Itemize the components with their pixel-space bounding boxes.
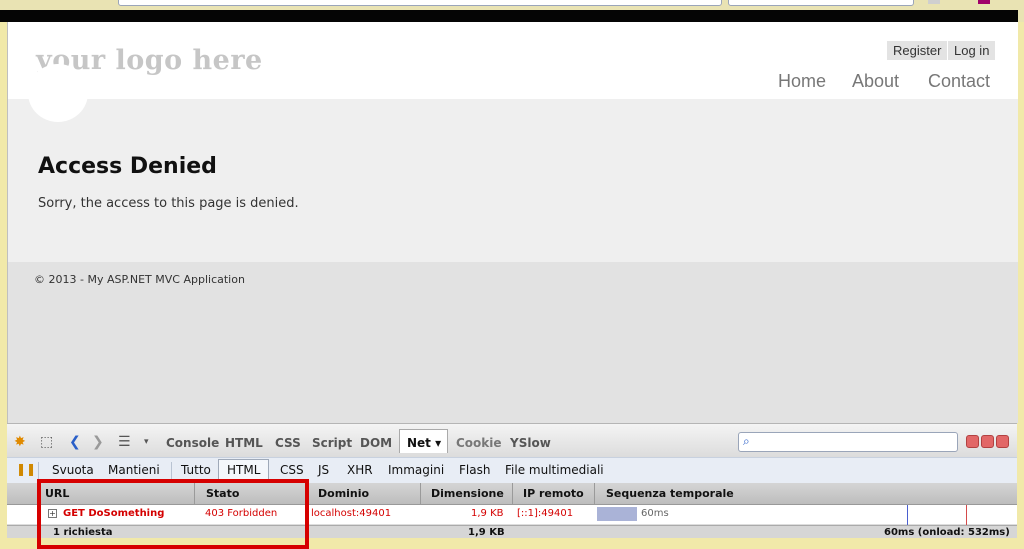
tab-css[interactable]: CSS [275,436,301,450]
total-size: 1,9 KB [468,527,505,538]
toolbar-separator [171,462,172,479]
chevron-down-icon: ▾ [435,436,442,450]
login-link[interactable]: Log in [948,41,996,60]
nav-contact[interactable]: Contact [928,71,990,92]
persist-button[interactable]: Mantieni [108,463,160,477]
close-icon[interactable] [996,435,1009,448]
column-separator [512,483,513,505]
total-time: 60ms (onload: 532ms) [884,527,1010,538]
access-message: Sorry, the access to this page is denied… [38,196,299,211]
column-remote-ip[interactable]: IP remoto [523,487,584,500]
filter-css[interactable]: CSS [280,463,304,477]
tab-net[interactable]: Net ▾ [399,429,449,453]
register-link[interactable]: Register [887,41,948,60]
column-domain[interactable]: Dominio [318,487,369,500]
site-header: your logo here Register Log in Home Abou… [8,22,1018,99]
browser-search-bar[interactable] [728,0,914,6]
tab-cookie[interactable]: Cookie [456,436,502,450]
column-separator [420,483,421,505]
highlight-annotation [37,479,309,549]
firebug-search-input[interactable]: ⌕ [738,432,958,452]
request-domain: localhost:49401 [311,508,392,519]
back-arrow-icon[interactable]: ❮ [69,434,81,450]
nav-about[interactable]: About [852,71,899,92]
inspect-icon[interactable]: ⬚ [40,434,53,450]
main-content: Access Denied Sorry, the access to this … [8,64,1018,262]
filter-all[interactable]: Tutto [181,463,211,477]
tab-script[interactable]: Script [312,436,352,450]
tab-dom[interactable]: DOM [360,436,392,450]
window-button-icon[interactable] [928,0,940,4]
tab-yslow[interactable]: YSlow [510,436,551,450]
filter-media[interactable]: File multimediali [505,463,604,477]
page-title: Access Denied [38,154,217,179]
detach-icon[interactable] [981,435,994,448]
timeline-bar [597,507,637,521]
menu-list-icon[interactable]: ☰ [118,434,131,450]
column-separator [594,483,595,505]
logo-decoration [28,64,88,122]
request-remote-ip: [::1]:49401 [517,508,574,519]
browser-frame-edge [0,10,1018,22]
forward-arrow-icon[interactable]: ❯ [92,434,104,450]
filter-js[interactable]: JS [318,463,329,477]
filter-html[interactable]: HTML [218,459,270,481]
clear-button[interactable]: Svuota [52,463,94,477]
footer-copyright: © 2013 - My ASP.NET MVC Application [34,273,245,286]
filter-xhr[interactable]: XHR [347,463,373,477]
pause-icon[interactable]: ❚❚ [16,462,36,476]
site-footer: © 2013 - My ASP.NET MVC Application [8,262,1018,423]
tab-net-label: Net [407,436,431,450]
search-icon: ⌕ [743,434,750,448]
filter-images[interactable]: Immagini [388,463,444,477]
onload-marker [966,505,967,525]
column-size[interactable]: Dimensione [431,487,504,500]
filter-flash[interactable]: Flash [459,463,490,477]
window-button-icon[interactable] [978,0,990,4]
firebug-bug-icon[interactable]: ✸ [14,434,26,450]
dropdown-arrow-icon[interactable]: ▾ [144,437,149,447]
minimize-icon[interactable] [966,435,979,448]
request-timing: 60ms [641,508,669,519]
tab-html[interactable]: HTML [225,436,263,450]
dom-loaded-marker [907,505,908,525]
address-bar[interactable] [118,0,722,6]
column-timeline[interactable]: Sequenza temporale [606,487,734,500]
toolbar-separator [38,462,39,479]
nav-home[interactable]: Home [778,71,826,92]
request-size: 1,9 KB [471,508,504,519]
tab-console[interactable]: Console [166,436,219,450]
firebug-toolbar: ✸ ⬚ ❮ ❯ ☰ ▾ Console HTML CSS Script DOM … [7,423,1017,457]
